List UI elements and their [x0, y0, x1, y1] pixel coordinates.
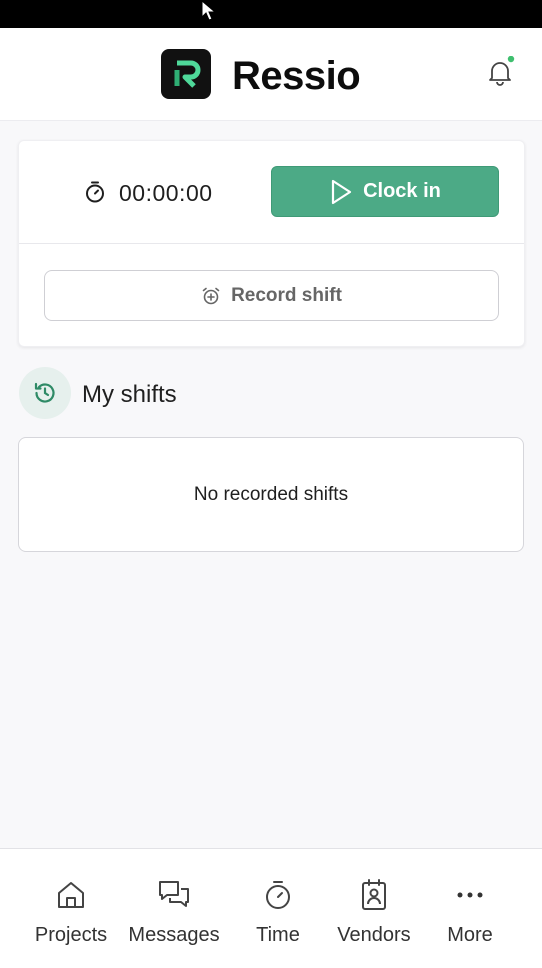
stopwatch-icon	[266, 881, 290, 909]
app-name: Ressio	[232, 54, 361, 98]
nav-item-more[interactable]: More	[415, 849, 525, 968]
more-dots-icon	[457, 892, 483, 898]
alarm-plus-icon	[202, 287, 220, 304]
play-icon	[331, 179, 352, 204]
app-header: Ressio	[0, 28, 542, 121]
clock-in-label: Clock in	[363, 180, 441, 202]
chat-bubbles-icon	[159, 881, 189, 907]
timer-card: 00:00:00 Clock in Record shift	[18, 140, 525, 347]
nav-label: Time	[256, 924, 300, 946]
nav-label: More	[447, 924, 493, 946]
home-icon	[58, 882, 84, 908]
bell-icon[interactable]	[484, 55, 516, 88]
nav-item-vendors[interactable]: Vendors	[319, 849, 429, 968]
mouse-cursor-icon	[201, 0, 217, 21]
nav-label: Vendors	[337, 924, 411, 946]
record-shift-button[interactable]: Record shift	[44, 270, 499, 321]
empty-state-text: No recorded shifts	[193, 483, 349, 505]
history-icon	[19, 367, 71, 419]
nav-label: Messages	[128, 924, 220, 946]
nav-item-time[interactable]: Time	[223, 849, 333, 968]
notification-dot	[507, 55, 515, 63]
bottom-nav: Projects Messages Time Vendors More	[0, 848, 542, 968]
record-shift-label: Record shift	[231, 284, 342, 306]
my-shifts-title: My shifts	[82, 381, 177, 408]
nav-item-projects[interactable]: Projects	[16, 849, 126, 968]
divider	[19, 243, 524, 244]
status-bar	[0, 0, 542, 28]
ressio-logo-icon	[161, 49, 211, 99]
contact-card-icon	[362, 879, 386, 910]
timer-value: 00:00:00	[119, 180, 213, 206]
stopwatch-icon	[86, 181, 104, 203]
shifts-empty-state: No recorded shifts	[18, 437, 524, 552]
nav-item-messages[interactable]: Messages	[119, 849, 229, 968]
nav-label: Projects	[34, 924, 108, 946]
clock-in-button[interactable]: Clock in	[271, 166, 499, 217]
